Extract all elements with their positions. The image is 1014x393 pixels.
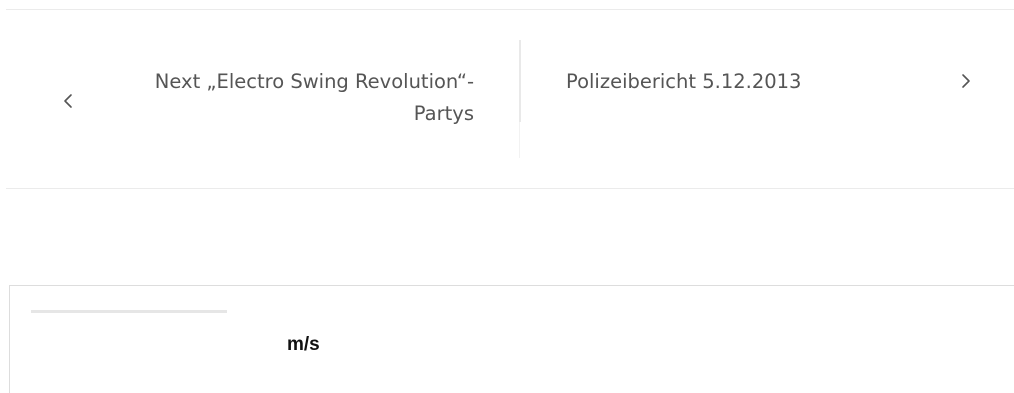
page: Next „Electro Swing Revolution“-Partys P… — [0, 0, 1014, 393]
post-nav-separator — [519, 40, 521, 158]
next-post-link[interactable]: Polizeibericht 5.12.2013 — [566, 66, 926, 98]
chevron-left-icon[interactable] — [59, 91, 79, 111]
bottom-divider — [6, 188, 1014, 189]
weather-widget: m/s — [9, 285, 1014, 393]
chevron-right-icon[interactable] — [955, 71, 975, 91]
wind-speed-unit: m/s — [287, 334, 320, 355]
widget-header-bar — [31, 310, 227, 313]
previous-post-link[interactable]: Next „Electro Swing Revolution“-Partys — [102, 66, 474, 130]
post-navigation: Next „Electro Swing Revolution“-Partys P… — [6, 10, 1014, 188]
